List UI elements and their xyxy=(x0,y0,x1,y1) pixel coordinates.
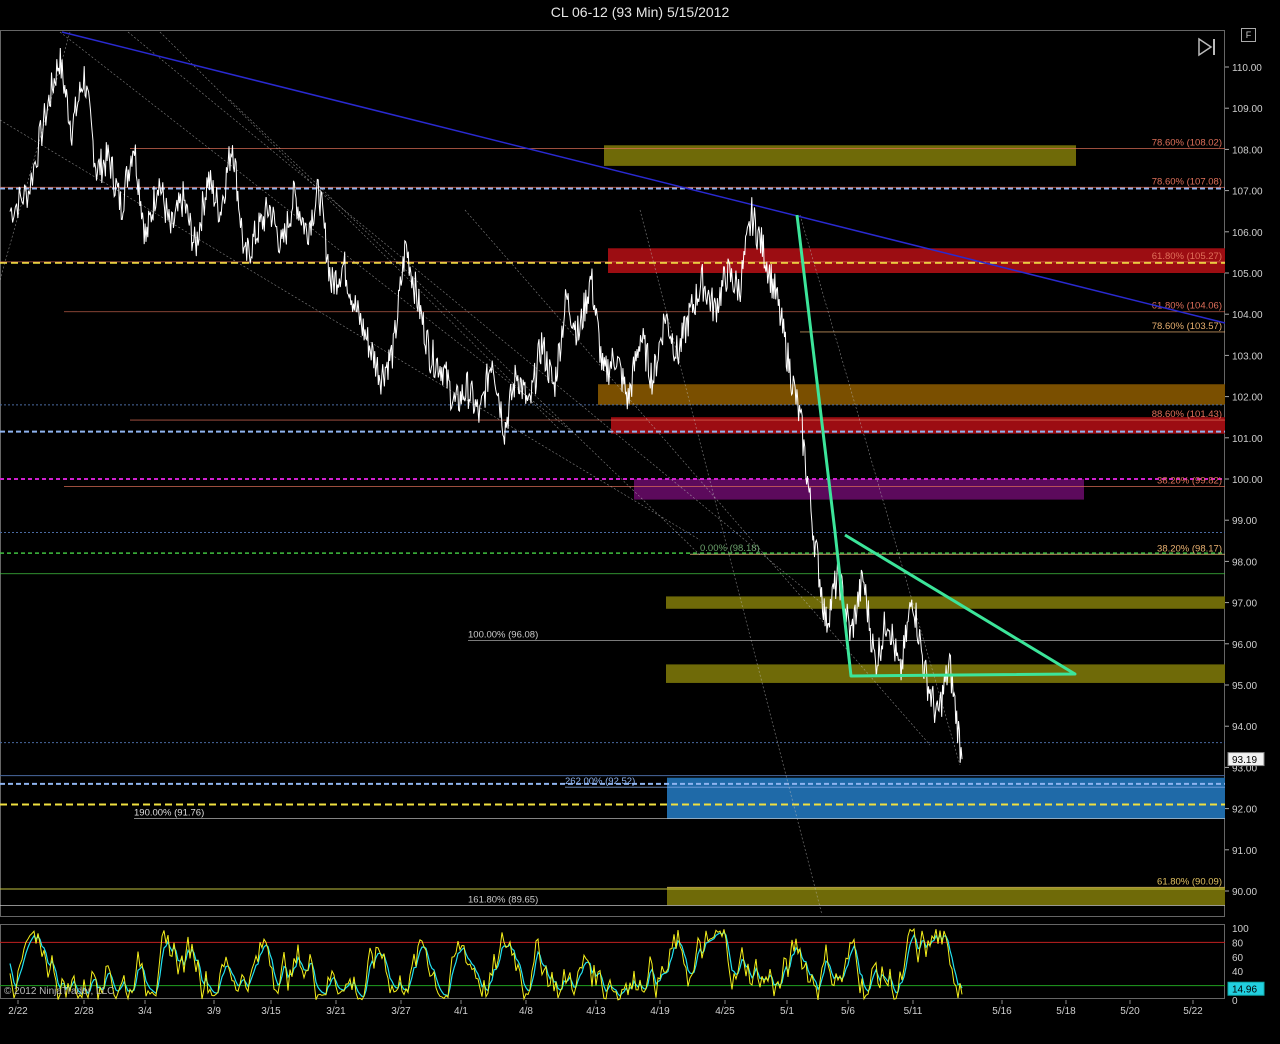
fib-label-4: 78.60% (103.57) xyxy=(1152,321,1222,332)
y-tick-label-12: 102.00 xyxy=(1232,393,1263,404)
stoch-tick-label-0: 0 xyxy=(1232,996,1238,1007)
fib-label-9: 100.00% (96.08) xyxy=(468,630,538,641)
x-tick-label-9: 4/13 xyxy=(586,1006,606,1017)
stochastic-panel: 02040608010014.96 xyxy=(0,924,1265,1007)
x-tick-label-11: 4/25 xyxy=(715,1006,735,1017)
y-tick-label-13: 103.00 xyxy=(1232,351,1263,362)
x-tick-label-7: 4/1 xyxy=(454,1006,468,1017)
x-tick-label-13: 5/6 xyxy=(841,1006,855,1017)
f-button[interactable]: F xyxy=(1241,28,1256,42)
fib-label-10: 262.00% (92.52) xyxy=(565,776,635,787)
fib-label-1: 78.60% (107.08) xyxy=(1152,176,1222,187)
y-tick-label-11: 101.00 xyxy=(1232,434,1263,445)
y-tick-label-17: 107.00 xyxy=(1232,187,1263,198)
zone-olive-97 xyxy=(666,596,1225,609)
fib-label-11: 190.00% (91.76) xyxy=(134,807,204,818)
y-tick-label-1: 91.00 xyxy=(1232,846,1257,857)
x-tick-label-0: 2/22 xyxy=(8,1006,28,1017)
zone-olive-90 xyxy=(667,887,1225,906)
copyright-text: © 2012 NinjaTrader, LLC xyxy=(4,986,115,997)
y-tick-label-20: 110.00 xyxy=(1232,63,1262,74)
x-tick-label-12: 5/1 xyxy=(780,1006,794,1017)
y-tick-label-16: 106.00 xyxy=(1232,228,1263,239)
y-tick-label-8: 98.00 xyxy=(1232,557,1257,568)
x-tick-label-8: 4/8 xyxy=(519,1006,533,1017)
zone-orange-102 xyxy=(598,384,1225,405)
x-tick-label-14: 5/11 xyxy=(904,1006,923,1017)
x-tick-label-2: 3/4 xyxy=(138,1006,152,1017)
fib-label-8: 38.20% (98.17) xyxy=(1157,543,1222,554)
stoch-tick-label-4: 80 xyxy=(1232,938,1244,949)
fib-label-13: 161.80% (89.65) xyxy=(468,894,538,905)
x-tick-label-5: 3/21 xyxy=(326,1006,346,1017)
time-axis: 2/22 2/28 3/4 3/9 3/15 3/21 3/27 4/1 4/8 4/13 4/19… xyxy=(8,1000,1203,1017)
x-tick-label-4: 3/15 xyxy=(261,1006,281,1017)
fib-label-2: 61.80% (105.27) xyxy=(1152,251,1222,262)
x-tick-label-1: 2/28 xyxy=(74,1006,94,1017)
stoch-tick-label-5: 100 xyxy=(1232,924,1249,935)
y-tick-label-10: 100.00 xyxy=(1232,475,1263,486)
zone-red-105 xyxy=(608,248,1225,273)
play-pause-icon[interactable] xyxy=(1196,36,1218,58)
x-tick-label-3: 3/9 xyxy=(207,1006,221,1017)
fib-label-5: 88.60% (101.43) xyxy=(1152,409,1222,420)
y-tick-label-7: 97.00 xyxy=(1232,599,1257,610)
x-tick-label-10: 4/19 xyxy=(650,1006,670,1017)
channel-line-3 xyxy=(159,31,561,431)
y-tick-label-2: 92.00 xyxy=(1232,805,1257,816)
y-tick-label-9: 99.00 xyxy=(1232,516,1257,527)
y-tick-label-14: 104.00 xyxy=(1232,310,1263,321)
stoch-value-label: 14.96 xyxy=(1232,985,1257,996)
stoch-tick-label-2: 40 xyxy=(1232,967,1244,978)
y-tick-label-19: 109.00 xyxy=(1232,104,1263,115)
fib-label-12: 61.80% (90.09) xyxy=(1157,876,1222,887)
x-tick-label-17: 5/20 xyxy=(1120,1006,1140,1017)
fib-label-6: 38.20% (99.82) xyxy=(1157,475,1222,486)
price-chart[interactable]: 78.60% (108.02) 78.60% (107.08) 61.80% (10… xyxy=(0,0,1280,1044)
x-tick-label-18: 5/22 xyxy=(1183,1006,1203,1017)
y-tick-label-4: 94.00 xyxy=(1232,722,1257,733)
channel-line-2 xyxy=(0,119,701,541)
y-tick-label-6: 96.00 xyxy=(1232,640,1257,651)
stoch-tick-label-3: 60 xyxy=(1232,953,1244,964)
fib-label-0: 78.60% (108.02) xyxy=(1152,138,1222,149)
channel-line-1 xyxy=(127,31,831,611)
y-tick-label-15: 105.00 xyxy=(1232,269,1263,280)
fib-label-7: 0.00% (98.18) xyxy=(700,543,760,554)
x-tick-label-15: 5/16 xyxy=(992,1006,1012,1017)
x-tick-label-16: 5/18 xyxy=(1056,1006,1076,1017)
y-tick-label-5: 95.00 xyxy=(1232,681,1257,692)
x-tick-label-6: 3/27 xyxy=(391,1006,411,1017)
price-axis: 90.0091.0092.0093.0094.0095.0096.0097.00… xyxy=(1225,63,1265,898)
y-tick-label-0: 90.00 xyxy=(1232,887,1257,898)
fib-label-3: 61.80% (104.06) xyxy=(1152,301,1222,312)
last-price-label: 93.19 xyxy=(1232,755,1257,766)
y-tick-label-18: 108.00 xyxy=(1232,145,1263,156)
